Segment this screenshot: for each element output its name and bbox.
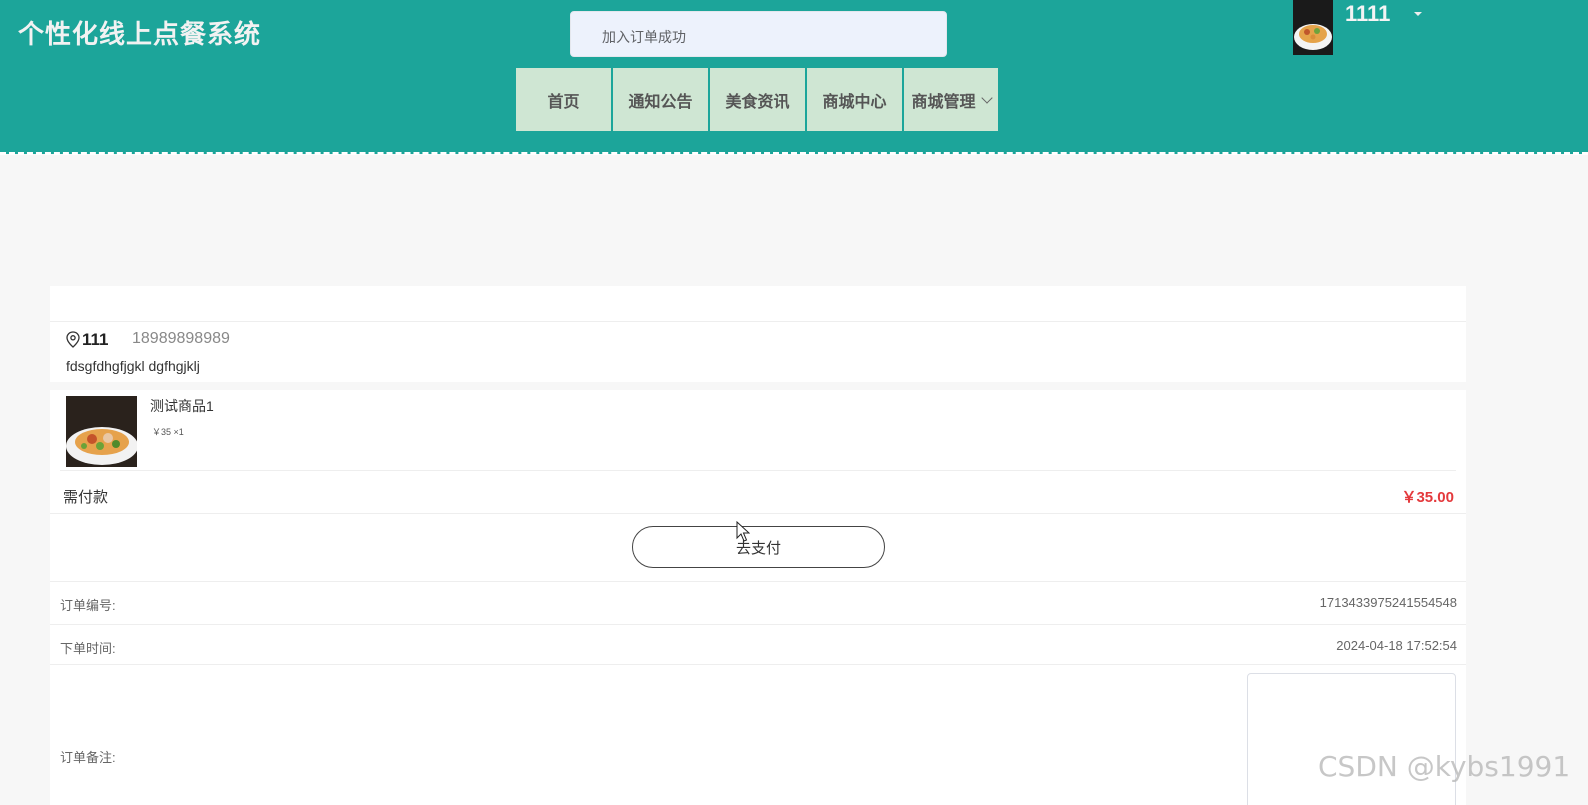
order-note-input[interactable] <box>1247 673 1456 805</box>
divider <box>50 581 1466 582</box>
order-time-label: 下单时间: <box>60 641 116 656</box>
mouse-cursor-icon <box>736 521 750 542</box>
divider <box>50 513 1466 514</box>
divider <box>50 624 1466 625</box>
avatar[interactable] <box>1293 0 1333 55</box>
nav-label: 通知公告 <box>628 93 693 111</box>
nav-item-home[interactable]: 首页 <box>516 68 611 131</box>
caret-down-icon[interactable] <box>1414 12 1422 16</box>
header-divider <box>0 152 1588 155</box>
goods-price: ￥35 ×1 <box>152 427 184 437</box>
nav-label: 首页 <box>547 93 580 111</box>
address-phone: 18989898989 <box>132 330 230 347</box>
divider <box>50 664 1466 665</box>
location-pin-icon <box>66 331 80 348</box>
nav-label: 美食资讯 <box>725 93 790 111</box>
chevron-down-icon <box>980 91 993 104</box>
site-title: 个性化线上点餐系统 <box>18 19 262 49</box>
nav-item-notice[interactable]: 通知公告 <box>613 68 708 131</box>
user-name[interactable]: 1111 <box>1345 1 1390 27</box>
goods-name: 测试商品1 <box>150 398 214 414</box>
nav-label: 商城中心 <box>822 93 887 111</box>
divider <box>60 470 1456 471</box>
section-gap <box>50 382 1466 390</box>
order-number-label: 订单编号: <box>60 598 116 613</box>
nav-item-mall-center[interactable]: 商城中心 <box>807 68 902 131</box>
address-detail: fdsgfdhgfjgkl dgfhgjklj <box>66 358 200 374</box>
order-note-label: 订单备注: <box>60 750 116 765</box>
address-name: 111 <box>82 330 109 349</box>
dish-image-icon <box>66 396 137 467</box>
goods-image <box>66 396 137 467</box>
divider <box>50 321 1466 322</box>
payable-label: 需付款 <box>63 489 109 506</box>
nav-label: 商城管理 <box>911 93 976 111</box>
nav-item-food-news[interactable]: 美食资讯 <box>710 68 805 131</box>
main-nav: 首页 通知公告 美食资讯 商城中心 商城管理 <box>516 68 998 131</box>
toast-text: 加入订单成功 <box>602 29 686 45</box>
pay-button[interactable]: 去支付 <box>632 526 885 568</box>
order-number-value: 1713433975241554548 <box>1319 595 1457 610</box>
watermark: CSDN @kybs1991 <box>1318 750 1571 783</box>
order-panel: 111 18989898989 fdsgfdhgfjgkl dgfhgjklj … <box>50 286 1466 805</box>
nav-item-mall-manage[interactable]: 商城管理 <box>904 68 998 131</box>
order-time-value: 2024-04-18 17:52:54 <box>1336 638 1457 653</box>
food-image-icon <box>1293 0 1333 55</box>
toast-message: 加入订单成功 <box>570 11 947 57</box>
payable-amount: ￥35.00 <box>1401 489 1454 506</box>
